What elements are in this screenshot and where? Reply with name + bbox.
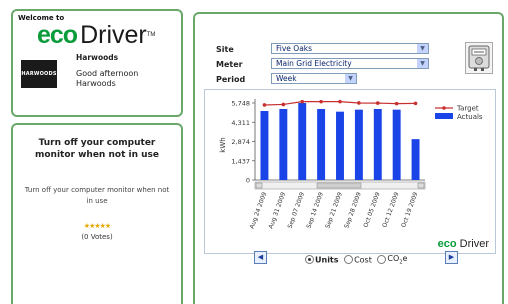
logo-eco-text: eco: [37, 21, 78, 49]
y-tick-label: 0: [246, 177, 250, 185]
scroll-right-button: [417, 182, 425, 189]
brand-eco-text: eco: [437, 238, 457, 250]
period-label: Period: [216, 75, 246, 84]
scroll-left-button: [255, 182, 263, 189]
co2-text: CO: [387, 254, 400, 263]
actual-bar: [373, 109, 382, 180]
target-point: [375, 101, 380, 105]
x-tick-label: Aug 31 2009: [267, 191, 287, 230]
units-label: Units: [315, 255, 339, 265]
target-point: [319, 99, 323, 104]
previous-period-button[interactable]: ◀: [254, 251, 267, 264]
cost-label: Cost: [354, 255, 372, 265]
target-point: [413, 101, 418, 106]
tip-body: Turn off your computer monitor when not …: [24, 186, 170, 205]
chevron-down-icon: ▼: [345, 74, 356, 83]
scroll-thumb: [316, 182, 362, 189]
units-radio[interactable]: [305, 255, 314, 265]
chart-svg: kWh 5,748 4,311 2,874 1,437 0 Aug 24 2009 Aug 3…: [219, 99, 483, 230]
tip-title: Turn off your computer monitor when not …: [35, 138, 159, 160]
target-point: [262, 103, 267, 107]
legend-target-label: Target: [456, 105, 479, 113]
y-tick-label: 4,311: [231, 119, 250, 127]
meter-value: Main Grid Electricity: [276, 59, 352, 68]
user-name: Harwoods: [76, 53, 119, 62]
measure-options: Units Cost CO2e: [305, 254, 407, 266]
x-tick-label: Oct 12 2009: [381, 191, 400, 228]
logo-trademark: TM: [146, 32, 156, 38]
site-value: Five Oaks: [276, 44, 313, 53]
y-tick-label: 1,437: [231, 157, 250, 165]
x-tick-label: Sep 28 2009: [343, 191, 363, 229]
greeting-text: Good afternoon Harwoods: [76, 69, 139, 88]
harwoods-logo: HARWOODS: [21, 60, 57, 88]
cost-radio[interactable]: [344, 255, 354, 265]
legend-actuals-swatch: [435, 113, 453, 119]
y-axis-label: kWh: [219, 137, 227, 152]
tip-panel: Turn off your computer monitor when not …: [11, 123, 183, 304]
target-point: [338, 99, 342, 104]
eco-driver-brand: eco Driver: [438, 238, 489, 250]
target-point: [357, 101, 361, 105]
consumption-chart: kWh 5,748 4,311 2,874 1,437 0 Aug 24 2009 Aug 3…: [204, 89, 496, 254]
vote-count: (0 Votes): [81, 233, 113, 241]
actual-bar: [411, 139, 420, 180]
period-value: Week: [276, 74, 297, 83]
electricity-meter-icon[interactable]: [465, 42, 493, 74]
co2-suffix: e: [402, 254, 408, 263]
x-tick-label: Sep 07 2009: [287, 191, 307, 229]
brand-driver-text: Driver: [459, 238, 489, 250]
site-select[interactable]: Five Oaks ▼: [271, 43, 429, 54]
chevron-down-icon: ▼: [417, 44, 428, 53]
target-point: [300, 99, 305, 104]
chevron-down-icon: ▼: [417, 59, 428, 68]
actual-bar: [298, 103, 307, 180]
legend-actuals-label: Actuals: [457, 113, 483, 121]
legend-target-marker: [442, 106, 446, 110]
actual-bar: [392, 109, 401, 180]
actual-bar: [354, 109, 363, 180]
target-point: [281, 102, 286, 107]
target-point: [394, 101, 399, 106]
y-tick-label: 2,874: [231, 138, 250, 146]
meter-label: Meter: [216, 60, 243, 69]
x-tick-label: Aug 24 2009: [249, 191, 269, 230]
x-tick-label: Sep 14 2009: [305, 191, 325, 229]
actual-bar: [279, 109, 288, 180]
period-select[interactable]: Week ▼: [271, 73, 357, 84]
site-label: Site: [216, 45, 234, 54]
actual-bar: [260, 111, 269, 180]
next-period-button[interactable]: ▶: [445, 251, 458, 264]
eco-driver-logo: eco DriverTM: [37, 23, 155, 48]
actual-bar: [336, 111, 344, 180]
energy-chart-panel: Site Five Oaks ▼ Meter Main Grid Electri…: [193, 12, 504, 304]
x-tick-label: Oct 19 2009: [400, 191, 419, 228]
co2e-label: CO2e: [387, 254, 408, 266]
x-tick-label: Oct 05 2009: [362, 191, 381, 228]
welcome-panel: Welcome to eco DriverTM HARWOODS Harwoods…: [11, 9, 183, 117]
y-tick-label: 5,748: [231, 100, 250, 108]
co2e-radio[interactable]: [377, 255, 387, 265]
rating-stars[interactable]: ★★★★★: [21, 222, 173, 230]
actual-bar: [317, 109, 326, 180]
meter-select[interactable]: Main Grid Electricity ▼: [271, 58, 429, 69]
logo-driver-text: Driver: [80, 21, 147, 49]
x-tick-label: Sep 21 2009: [324, 191, 344, 229]
